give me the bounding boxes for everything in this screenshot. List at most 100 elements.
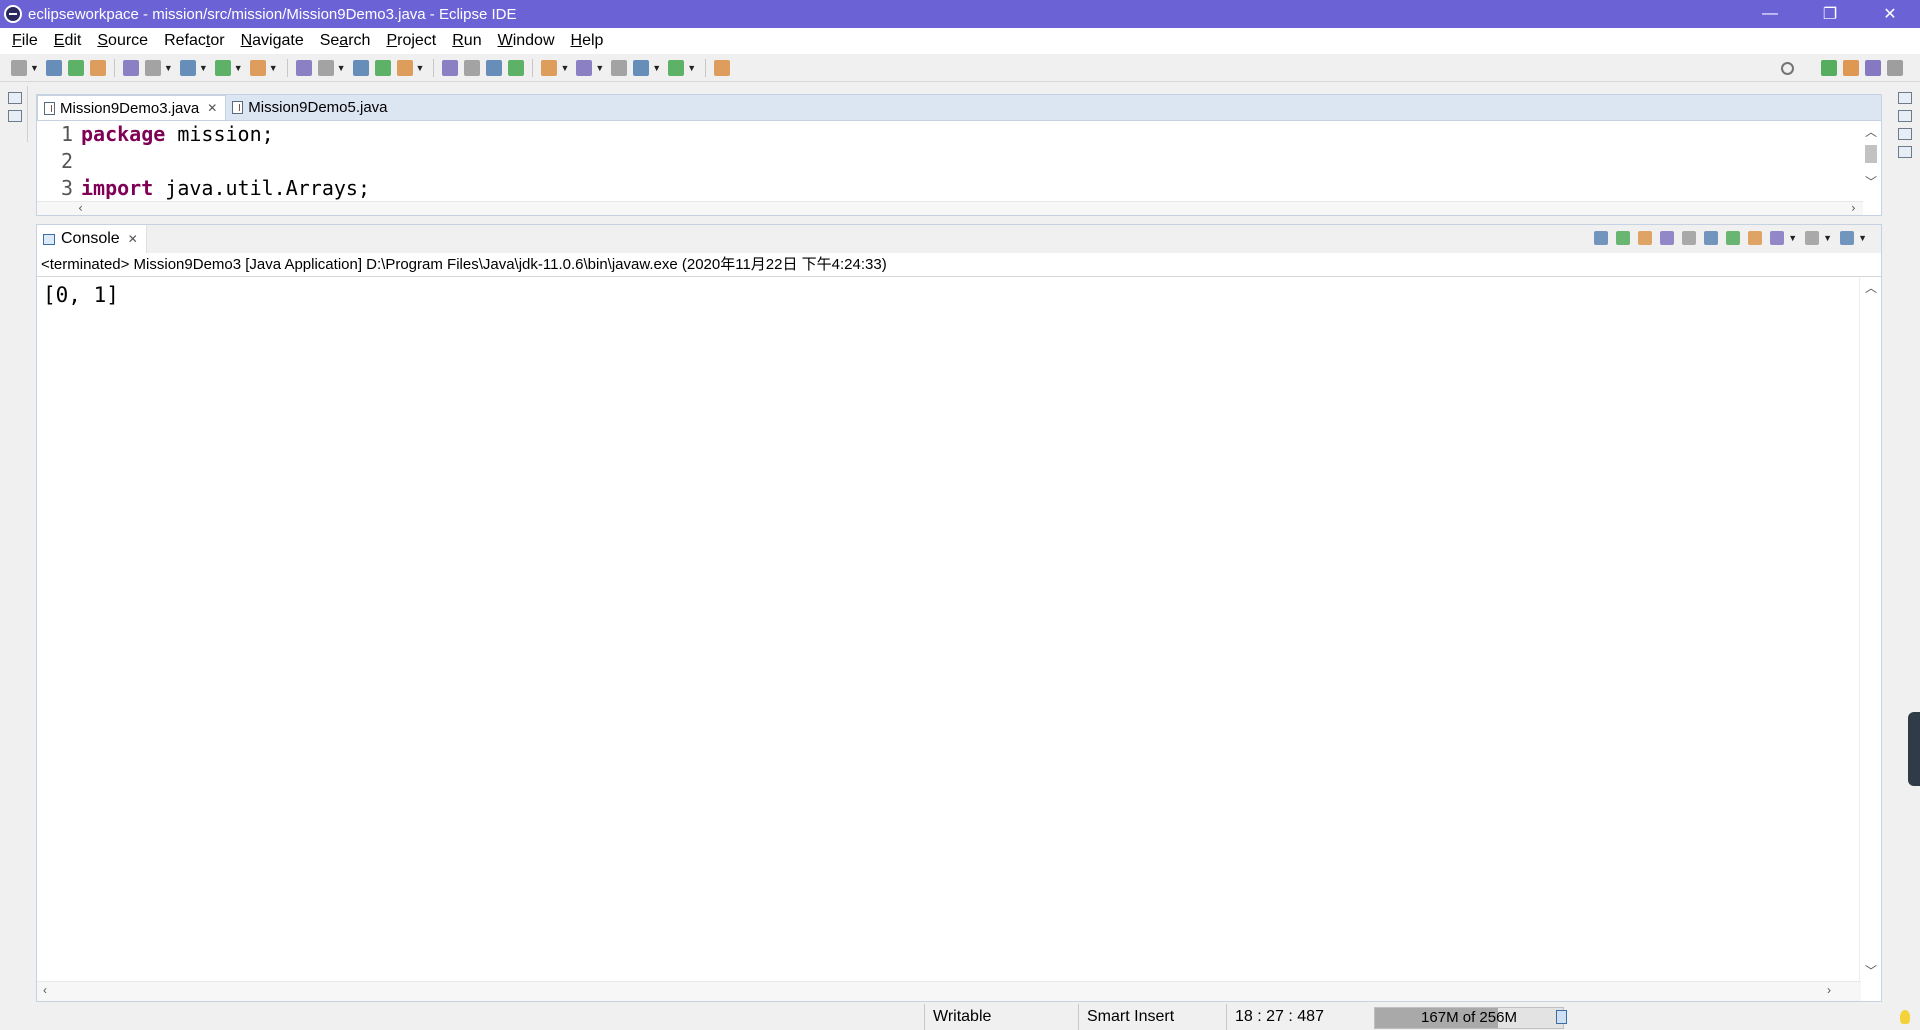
- restore-view-icon[interactable]: [8, 92, 22, 104]
- last-edit-icon[interactable]: [611, 59, 628, 76]
- chevron-up-icon[interactable]: ︿: [1865, 279, 1877, 296]
- menu-project[interactable]: Project: [378, 32, 444, 50]
- new-java-package-icon[interactable]: [295, 59, 312, 76]
- outline-icon[interactable]: [1898, 146, 1912, 158]
- menu-source[interactable]: Source: [89, 32, 156, 50]
- chevron-down-icon[interactable]: ▼: [234, 63, 243, 73]
- chevron-right-icon[interactable]: ›: [1827, 983, 1831, 997]
- next-annotation-icon[interactable]: [541, 59, 558, 76]
- show-on-stderr-icon[interactable]: [1748, 231, 1763, 245]
- menu-window[interactable]: Window: [490, 32, 563, 50]
- back-icon[interactable]: [633, 59, 650, 76]
- chevron-down-icon[interactable]: ▼: [269, 63, 278, 73]
- chevron-right-icon[interactable]: ›: [1850, 201, 1857, 215]
- word-wrap-icon[interactable]: [1704, 231, 1719, 245]
- open-console-icon[interactable]: [1840, 231, 1855, 245]
- console-vertical-scrollbar[interactable]: ︿ ﹀: [1859, 277, 1881, 983]
- previous-annotation-icon[interactable]: [576, 59, 593, 76]
- garbage-collect-icon[interactable]: [1556, 1010, 1567, 1024]
- terminal-icon[interactable]: [89, 59, 106, 76]
- terminate-icon[interactable]: [1594, 231, 1609, 245]
- chevron-down-icon[interactable]: ▼: [1788, 233, 1797, 243]
- package-explorer-icon[interactable]: [8, 110, 22, 122]
- java-ee-perspective-icon[interactable]: [1843, 60, 1859, 76]
- restore-button[interactable]: ❐: [1800, 0, 1860, 28]
- menu-refactor[interactable]: Refactor: [156, 32, 232, 50]
- chevron-down-icon[interactable]: ▼: [1858, 233, 1867, 243]
- console-toolbar: ▼ ▼ ▼: [1590, 231, 1871, 245]
- search-icon[interactable]: [396, 59, 413, 76]
- minimize-button[interactable]: —: [1740, 0, 1800, 28]
- forward-icon[interactable]: [668, 59, 685, 76]
- open-type-icon[interactable]: [352, 59, 369, 76]
- chevron-down-icon[interactable]: ▼: [416, 63, 425, 73]
- menu-run[interactable]: Run: [444, 32, 489, 50]
- chevron-down-icon[interactable]: ﹀: [1865, 173, 1877, 190]
- editor-tab-label: Mission9Demo5.java: [248, 99, 388, 116]
- scroll-lock-icon[interactable]: [1682, 231, 1697, 245]
- chevron-down-icon[interactable]: ▼: [687, 63, 696, 73]
- editor-tab[interactable]: Mission9Demo5.java: [226, 95, 395, 120]
- editor-vertical-scrollbar[interactable]: ︿ ﹀: [1861, 121, 1881, 193]
- close-button[interactable]: ✕: [1860, 0, 1920, 28]
- show-on-stdout-icon[interactable]: [1726, 231, 1741, 245]
- remove-all-terminated-icon[interactable]: [1638, 231, 1653, 245]
- console-view: Console ✕ ▼ ▼ ▼ <terminated> Mission9Demo3…: [36, 224, 1882, 1002]
- show-whitespace-icon[interactable]: [508, 59, 525, 76]
- chevron-down-icon[interactable]: ▼: [595, 63, 604, 73]
- run-icon[interactable]: [179, 59, 196, 76]
- clear-console-icon[interactable]: [1660, 231, 1675, 245]
- menu-navigate[interactable]: Navigate: [233, 32, 312, 50]
- console-output[interactable]: [0, 1]: [37, 277, 1881, 313]
- code-editor[interactable]: 1 package mission; 2 3 import java.util.Arra…: [37, 121, 1881, 215]
- pin-console-icon[interactable]: [1770, 231, 1785, 245]
- quick-access-search-icon[interactable]: [1781, 61, 1794, 75]
- restore-view-icon[interactable]: [1898, 92, 1912, 104]
- scroll-thumb[interactable]: [1865, 145, 1877, 163]
- toggle-block-icon[interactable]: [486, 59, 503, 76]
- console-horizontal-scrollbar[interactable]: ‹ ›: [37, 981, 1861, 1001]
- menu-help[interactable]: Help: [563, 32, 612, 50]
- task-list-icon[interactable]: [1898, 110, 1912, 122]
- heap-status[interactable]: 167M of 256M: [1374, 1007, 1564, 1029]
- coverage-icon[interactable]: [214, 59, 231, 76]
- skip-breakpoints-icon[interactable]: [122, 59, 139, 76]
- side-drag-handle[interactable]: [1908, 712, 1920, 786]
- external-tools-icon[interactable]: [249, 59, 266, 76]
- chevron-down-icon[interactable]: ﹀: [1865, 962, 1877, 979]
- chevron-down-icon[interactable]: ▼: [30, 63, 39, 73]
- chevron-down-icon[interactable]: ▼: [560, 63, 569, 73]
- debug-perspective-icon[interactable]: [1887, 60, 1903, 76]
- remove-launch-icon[interactable]: [1616, 231, 1631, 245]
- open-task-icon[interactable]: [374, 59, 391, 76]
- chevron-down-icon[interactable]: ▼: [199, 63, 208, 73]
- open-perspective-icon[interactable]: [1821, 60, 1837, 76]
- close-icon[interactable]: ✕: [207, 101, 217, 115]
- editor-horizontal-scrollbar[interactable]: ‹ ›: [37, 201, 1863, 215]
- new-icon[interactable]: [11, 59, 27, 76]
- menu-file[interactable]: File: [4, 32, 46, 50]
- save-all-icon[interactable]: [67, 59, 84, 76]
- tip-lightbulb-icon[interactable]: [1900, 1010, 1910, 1024]
- pin-editor-icon[interactable]: [714, 59, 731, 76]
- chevron-left-icon[interactable]: ‹: [43, 983, 47, 997]
- chevron-down-icon[interactable]: ▼: [1823, 233, 1832, 243]
- new-java-class-icon[interactable]: [317, 59, 334, 76]
- chevron-up-icon[interactable]: ︿: [1865, 123, 1877, 140]
- chevron-down-icon[interactable]: ▼: [652, 63, 661, 73]
- close-icon[interactable]: ✕: [128, 232, 138, 246]
- restore-view-icon[interactable]: [1898, 128, 1912, 140]
- java-perspective-icon[interactable]: [1865, 60, 1881, 76]
- debug-icon[interactable]: [144, 59, 161, 76]
- highlight-icon[interactable]: [464, 59, 481, 76]
- chevron-left-icon[interactable]: ‹: [77, 201, 84, 215]
- menu-edit[interactable]: Edit: [46, 32, 90, 50]
- chevron-down-icon[interactable]: ▼: [337, 63, 346, 73]
- tab-console[interactable]: Console ✕: [37, 225, 147, 253]
- toggle-mark-occurrences-icon[interactable]: [442, 59, 459, 76]
- editor-tab[interactable]: Mission9Demo3.java ✕: [37, 95, 227, 120]
- save-icon[interactable]: [45, 59, 62, 76]
- display-selected-console-icon[interactable]: [1805, 231, 1820, 245]
- chevron-down-icon[interactable]: ▼: [164, 63, 173, 73]
- menu-search[interactable]: Search: [312, 32, 379, 50]
